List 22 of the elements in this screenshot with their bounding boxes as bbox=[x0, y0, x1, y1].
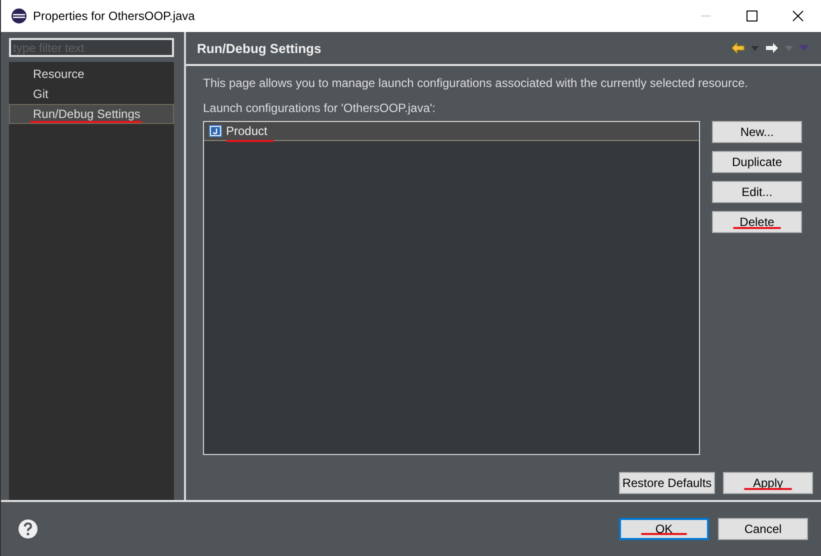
eclipse-logo-icon bbox=[11, 8, 27, 24]
page-button[interactable]: Restore Defaults bbox=[619, 472, 715, 494]
help-icon[interactable] bbox=[18, 519, 38, 539]
side-button[interactable]: New... bbox=[712, 121, 802, 143]
dialog-button[interactable]: OK bbox=[619, 518, 709, 540]
tree-item[interactable]: Git bbox=[9, 84, 174, 104]
page-title: Run/Debug Settings bbox=[197, 40, 322, 56]
back-arrow-icon[interactable] bbox=[731, 42, 745, 54]
side-button[interactable]: Edit... bbox=[712, 181, 802, 203]
description-text: This page allows you to manage launch configurations associated with the currently selected resource. bbox=[203, 76, 749, 90]
window-title: Properties for OthersOOP.java bbox=[33, 9, 195, 23]
side-button[interactable]: Duplicate bbox=[712, 151, 802, 173]
tree-item[interactable]: Resource bbox=[9, 64, 174, 84]
dialog-button[interactable]: Cancel bbox=[718, 518, 808, 540]
list-label: Launch configurations for 'OthersOOP.java': bbox=[203, 101, 436, 115]
close-icon[interactable] bbox=[792, 10, 804, 22]
forward-arrow-icon[interactable] bbox=[765, 42, 779, 54]
tree-item[interactable]: Run/Debug Settings bbox=[9, 104, 174, 124]
java-file-icon bbox=[209, 125, 222, 137]
configuration-row[interactable]: Product bbox=[204, 122, 699, 141]
maximize-icon[interactable] bbox=[746, 10, 758, 22]
side-button[interactable]: Delete bbox=[712, 211, 802, 233]
